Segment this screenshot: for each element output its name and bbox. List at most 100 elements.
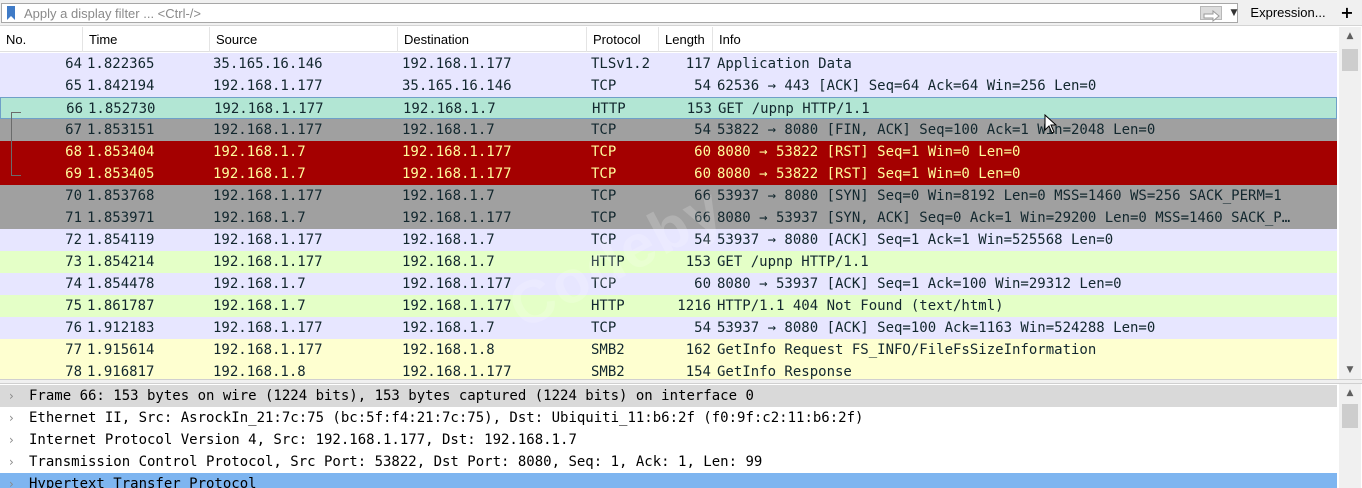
packet-protocol: TCP — [591, 232, 617, 248]
packet-destination: 192.168.1.177 — [402, 364, 512, 379]
packet-info: HTTP/1.1 404 Not Found (text/html) — [717, 298, 1004, 314]
packet-source: 192.168.1.177 — [213, 188, 323, 204]
scroll-down-icon[interactable]: ▼ — [1339, 361, 1361, 379]
column-header-info[interactable]: Info — [713, 27, 1337, 52]
packet-list-header: No. Time Source Destination Protocol Len… — [0, 27, 1337, 52]
add-filter-button[interactable]: + — [1334, 3, 1360, 23]
packet-length: 153 — [686, 101, 712, 117]
packet-protocol: TCP — [591, 122, 617, 138]
packet-row[interactable]: 74 1.854478 192.168.1.7 192.168.1.177 TCP 60 8… — [0, 273, 1337, 295]
scroll-up-icon[interactable]: ▲ — [1339, 384, 1361, 402]
detail-tree-item[interactable]: › Hypertext Transfer Protocol — [0, 473, 1337, 488]
packet-destination: 192.168.1.177 — [402, 166, 512, 182]
packet-length: 66 — [694, 210, 711, 226]
packet-row[interactable]: 73 1.854214 192.168.1.177 192.168.1.7 HTTP 15… — [0, 251, 1337, 273]
column-header-source[interactable]: Source — [210, 27, 398, 52]
details-scrollbar[interactable]: ▲ — [1339, 384, 1361, 488]
packet-source: 192.168.1.177 — [213, 122, 323, 138]
packet-length: 54 — [694, 78, 711, 94]
conversation-bracket — [11, 112, 21, 176]
packet-source: 192.168.1.7 — [213, 210, 306, 226]
detail-tree-item[interactable]: › Internet Protocol Version 4, Src: 192.1… — [0, 429, 1337, 451]
packet-destination: 192.168.1.177 — [402, 276, 512, 292]
packet-time: 1.854119 — [87, 232, 155, 248]
filter-history-dropdown[interactable]: ▼ — [1229, 6, 1239, 20]
packet-time: 1.854214 — [87, 254, 155, 270]
packet-row[interactable]: 72 1.854119 192.168.1.177 192.168.1.7 TCP 54 5… — [0, 229, 1337, 251]
packet-row[interactable]: 65 1.842194 192.168.1.177 35.165.16.146 TCP 5… — [0, 75, 1337, 97]
packet-destination: 35.165.16.146 — [402, 78, 512, 94]
packet-row[interactable]: 67 1.853151 192.168.1.177 192.168.1.7 TCP 54 5… — [0, 119, 1337, 141]
packet-info: GET /upnp HTTP/1.1 — [718, 101, 870, 117]
detail-tree-label: Ethernet II, Src: AsrockIn_21:7c:75 (bc:… — [29, 410, 864, 426]
bookmark-icon[interactable] — [6, 6, 16, 20]
packet-row[interactable]: 76 1.912183 192.168.1.177 192.168.1.7 TCP 54 5… — [0, 317, 1337, 339]
packet-row[interactable]: 70 1.853768 192.168.1.177 192.168.1.7 TCP 66 5… — [0, 185, 1337, 207]
packet-destination: 192.168.1.7 — [403, 101, 496, 117]
detail-tree-item[interactable]: › Ethernet II, Src: AsrockIn_21:7c:75 (bc… — [0, 407, 1337, 429]
packet-protocol: TCP — [591, 166, 617, 182]
chevron-right-icon[interactable]: › — [9, 385, 21, 407]
apply-filter-button[interactable] — [1200, 6, 1222, 23]
packet-no: 73 — [65, 254, 82, 270]
display-filter-toolbar: ▼ Expression... + — [0, 0, 1362, 26]
packet-info: 62536 → 443 [ACK] Seq=64 Ack=64 Win=256 … — [717, 78, 1097, 94]
packet-row[interactable]: 71 1.853971 192.168.1.7 192.168.1.177 TCP 66 8… — [0, 207, 1337, 229]
column-header-time[interactable]: Time — [83, 27, 210, 52]
packet-row[interactable]: 77 1.915614 192.168.1.177 192.168.1.8 SMB2 16… — [0, 339, 1337, 361]
detail-tree-item[interactable]: › Transmission Control Protocol, Src Port… — [0, 451, 1337, 473]
chevron-right-icon[interactable]: › — [9, 451, 21, 473]
column-header-protocol[interactable]: Protocol — [587, 27, 659, 52]
chevron-right-icon[interactable]: › — [9, 429, 21, 451]
packet-row[interactable]: 69 1.853405 192.168.1.7 192.168.1.177 TCP 60 8… — [0, 163, 1337, 185]
packet-info: 53822 → 8080 [FIN, ACK] Seq=100 Ack=1 Wi… — [717, 122, 1156, 138]
packet-source: 35.165.16.146 — [213, 56, 323, 72]
packet-destination: 192.168.1.7 — [402, 254, 495, 270]
packet-destination: 192.168.1.177 — [402, 298, 512, 314]
packet-row[interactable]: 75 1.861787 192.168.1.7 192.168.1.177 HTTP 12… — [0, 295, 1337, 317]
packet-row[interactable]: 78 1.916817 192.168.1.8 192.168.1.177 SMB2 15… — [0, 361, 1337, 379]
packet-length: 60 — [694, 276, 711, 292]
packet-protocol: SMB2 — [591, 342, 625, 358]
packet-list-scrollbar[interactable]: ▲ ▼ — [1339, 27, 1361, 379]
packet-info: Application Data — [717, 56, 852, 72]
column-header-length[interactable]: Length — [659, 27, 713, 52]
packet-no: 74 — [65, 276, 82, 292]
packet-destination: 192.168.1.7 — [402, 188, 495, 204]
packet-info: 8080 → 53822 [RST] Seq=1 Win=0 Len=0 — [717, 144, 1021, 160]
packet-length: 66 — [694, 188, 711, 204]
scrollbar-thumb[interactable] — [1342, 49, 1358, 71]
packet-source: 192.168.1.177 — [213, 254, 323, 270]
detail-tree-label: Frame 66: 153 bytes on wire (1224 bits),… — [29, 388, 754, 404]
detail-tree-item[interactable]: › Frame 66: 153 bytes on wire (1224 bits)… — [0, 385, 1337, 407]
column-header-no[interactable]: No. — [0, 27, 83, 52]
packet-row[interactable]: 66 1.852730 192.168.1.177 192.168.1.7 HTTP 15… — [0, 97, 1337, 119]
packet-length: 154 — [685, 364, 711, 379]
packet-source: 192.168.1.177 — [213, 78, 323, 94]
packet-time: 1.915614 — [87, 342, 155, 358]
packet-row[interactable]: 68 1.853404 192.168.1.7 192.168.1.177 TCP 60 8… — [0, 141, 1337, 163]
display-filter-input[interactable] — [24, 4, 1184, 22]
packet-length: 117 — [685, 56, 711, 72]
packet-destination: 192.168.1.7 — [402, 320, 495, 336]
packet-info: 8080 → 53937 [ACK] Seq=1 Ack=100 Win=293… — [717, 276, 1122, 292]
expression-button[interactable]: Expression... — [1242, 3, 1334, 23]
packet-destination: 192.168.1.177 — [402, 56, 512, 72]
packet-time: 1.853405 — [87, 166, 155, 182]
packet-protocol: TLSv1.2 — [591, 56, 651, 72]
scrollbar-thumb[interactable] — [1342, 404, 1358, 428]
packet-no: 76 — [65, 320, 82, 336]
column-header-destination[interactable]: Destination — [398, 27, 587, 52]
packet-length: 162 — [685, 342, 711, 358]
chevron-right-icon[interactable]: › — [9, 473, 21, 488]
packet-source: 192.168.1.8 — [213, 364, 306, 379]
packet-no: 64 — [65, 56, 82, 72]
packet-protocol: TCP — [591, 188, 617, 204]
chevron-right-icon[interactable]: › — [9, 407, 21, 429]
packet-info: GetInfo Response — [717, 364, 852, 379]
packet-destination: 192.168.1.7 — [402, 232, 495, 248]
packet-destination: 192.168.1.177 — [402, 144, 512, 160]
packet-row[interactable]: 64 1.822365 35.165.16.146 192.168.1.177 TLSv… — [0, 53, 1337, 75]
scroll-up-icon[interactable]: ▲ — [1339, 27, 1361, 45]
packet-no: 78 — [65, 364, 82, 379]
